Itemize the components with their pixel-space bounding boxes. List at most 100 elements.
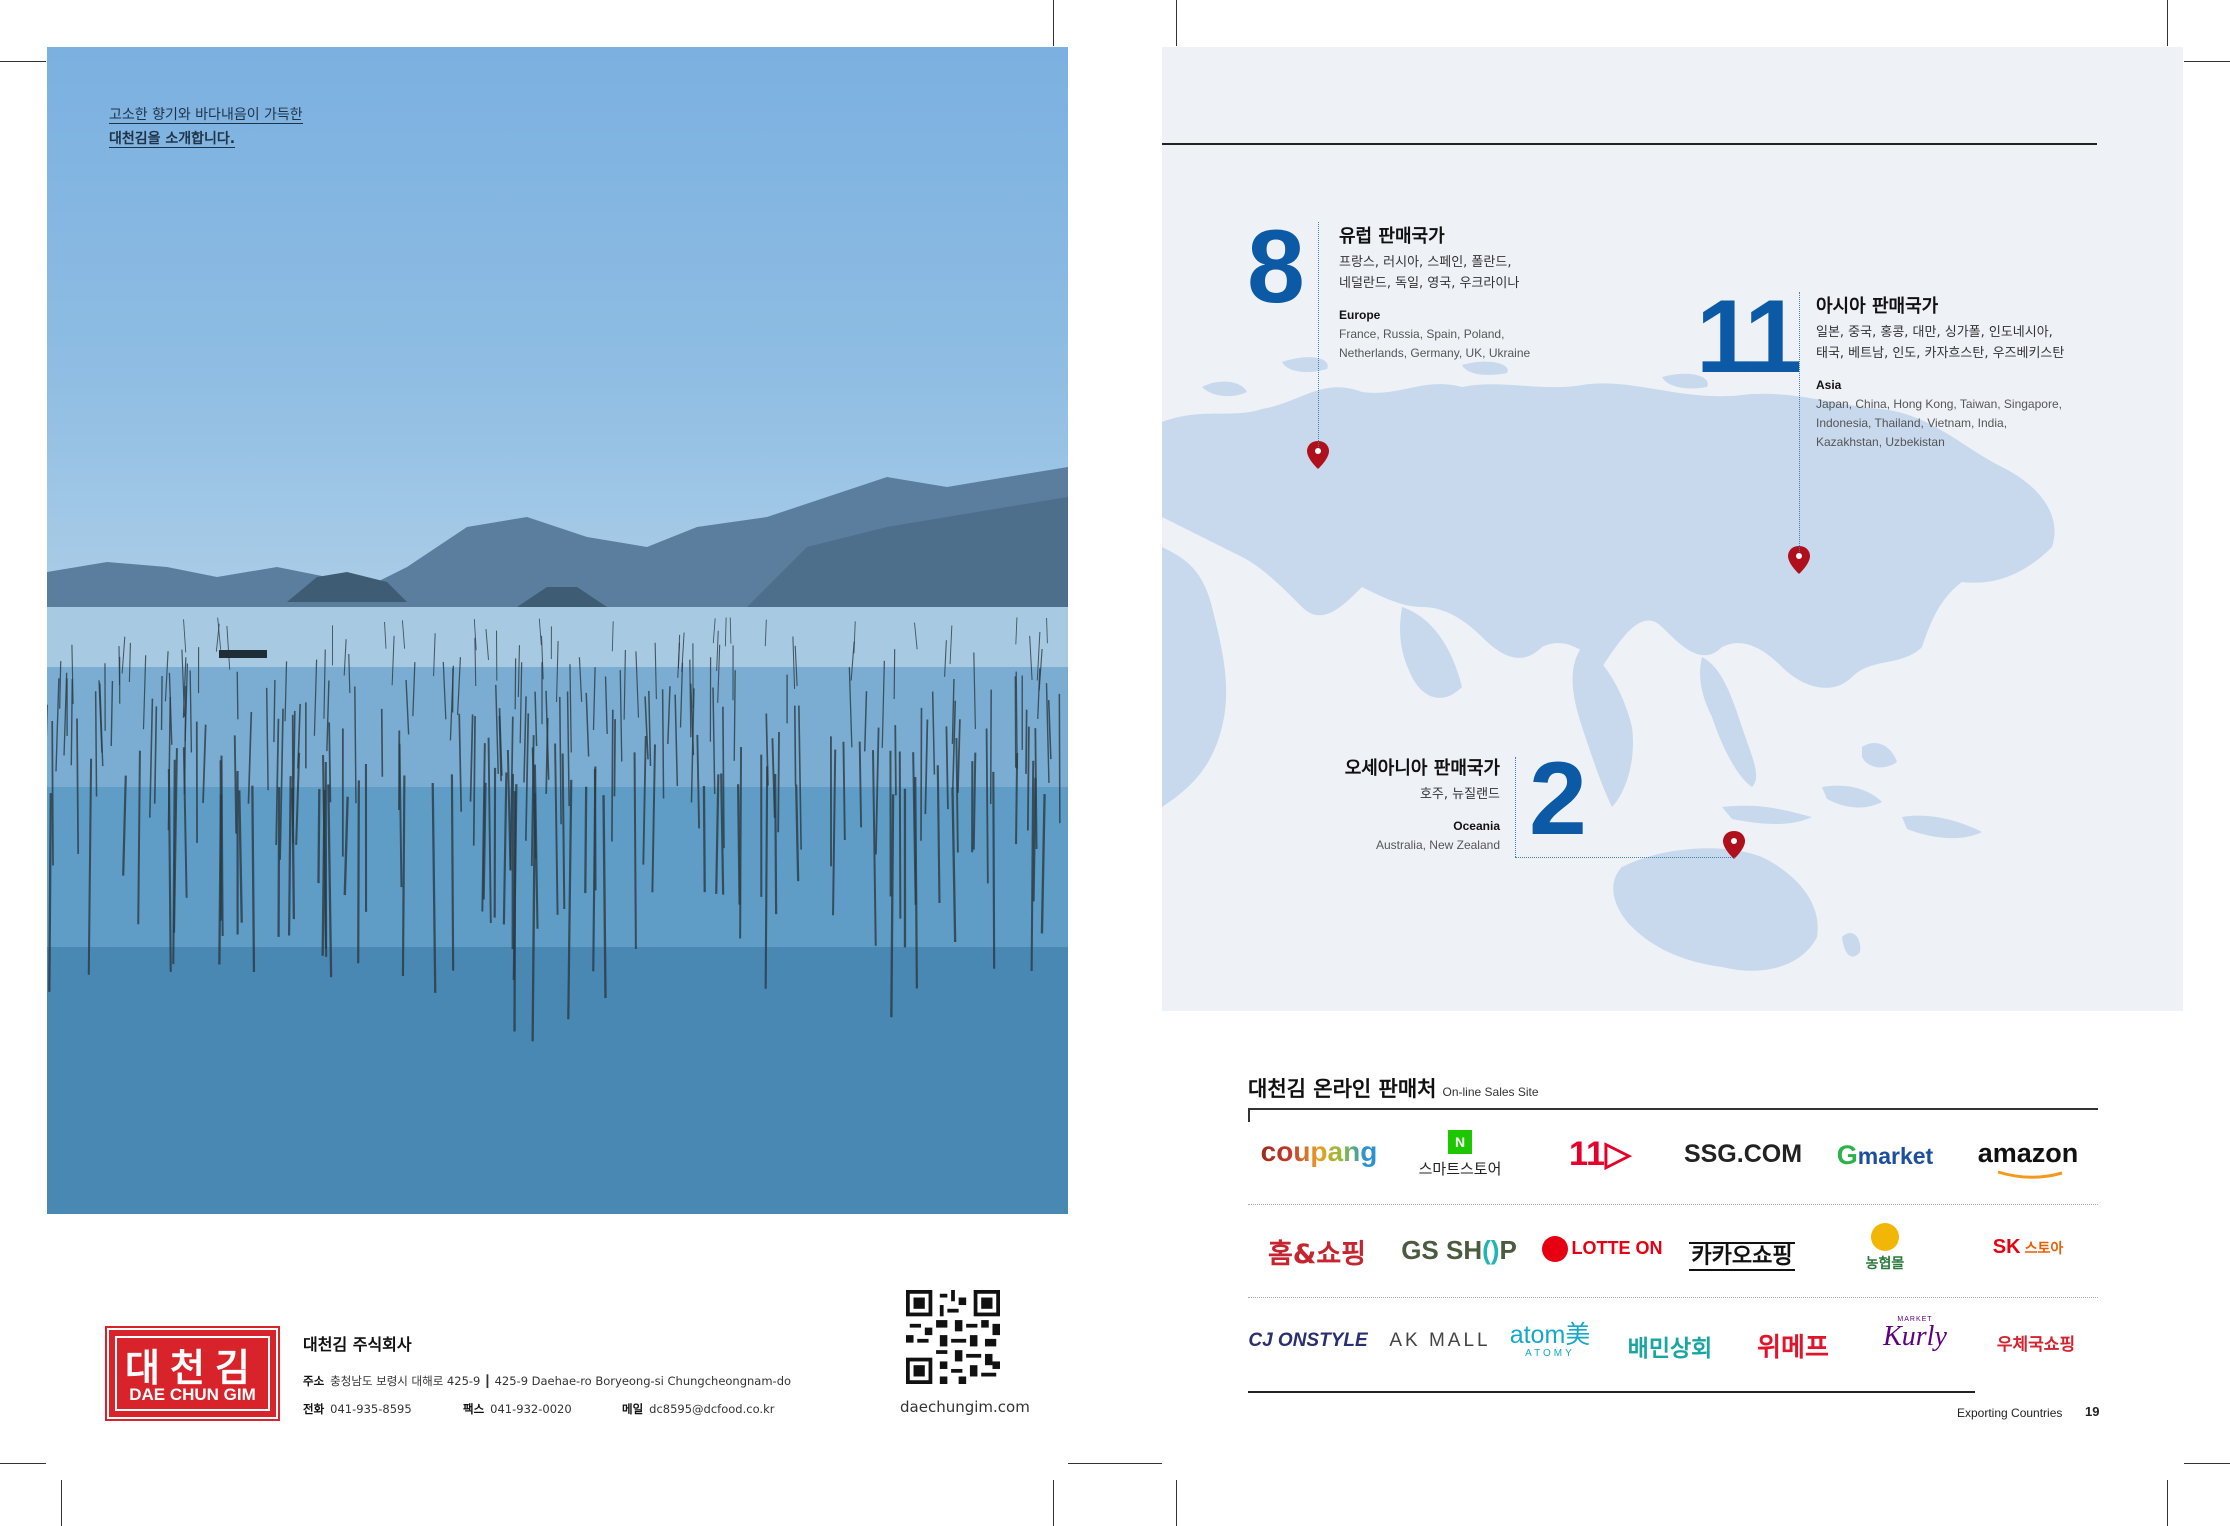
address-value: 충청남도 보령시 대해로 425-9 ┃ 425-9 Daehae-ro Bor… (330, 1374, 792, 1388)
sk-stoa-sk: SK (1992, 1236, 2021, 1258)
kakao-shopping-logo[interactable]: 카카오쇼핑 (1672, 1238, 1812, 1271)
qr-code-icon[interactable] (906, 1290, 1000, 1384)
sales-rule-tick (1248, 1108, 1250, 1122)
atomy-text: atom美 (1509, 1321, 1591, 1349)
naver-n-icon: N (1448, 1130, 1472, 1154)
asia-list-en-line: Kazakhstan, Uzbekistan (1816, 435, 1945, 449)
coupang-text: coupang (1260, 1136, 1378, 1167)
fax-label: 팩스 (463, 1402, 485, 1416)
fax: 팩스 041-932-0020 (463, 1401, 572, 1417)
asia-list-en: Japan, China, Hong Kong, Taiwan, Singapo… (1816, 395, 2064, 452)
atomy-logo[interactable]: atom美 ATOMY (1480, 1322, 1620, 1359)
kurly-logo[interactable]: MARKET Kurly (1845, 1316, 1985, 1351)
intro-text: 고소한 향기와 바다내음이 가득한 대천김을 소개합니다. (109, 103, 303, 151)
europe-leader-line (1318, 222, 1319, 447)
intro-line-1: 고소한 향기와 바다내음이 가득한 (109, 107, 303, 124)
oceania-info: 오세아니아 판매국가 호주, 뉴질랜드 Oceania Australia, N… (1270, 754, 1500, 855)
oceania-leader-line (1515, 757, 1516, 857)
europe-list-ko: 프랑스, 러시아, 스페인, 폴란드, 네덜란드, 독일, 영국, 우크라이나 (1339, 252, 1530, 294)
kurly-text: Kurly (1883, 1321, 1947, 1352)
amazon-text: amazon (1977, 1138, 2079, 1168)
phone-label: 전화 (303, 1402, 325, 1416)
row-separator (1248, 1204, 2098, 1205)
kakao-shopping-text: 카카오쇼핑 (1689, 1242, 1795, 1271)
mail-value[interactable]: dc8595@dcfood.co.kr (649, 1402, 774, 1416)
11st-logo[interactable]: 11▷ (1530, 1134, 1670, 1174)
smartstore-logo[interactable]: N 스마트스토어 (1390, 1130, 1530, 1179)
oceania-leader-line-h (1515, 857, 1735, 858)
ssg-logo[interactable]: SSG.COM (1673, 1140, 1813, 1169)
company-address: 주소 충청남도 보령시 대해로 425-9 ┃ 425-9 Daehae-ro B… (303, 1373, 791, 1389)
asia-title-ko: 아시아 판매국가 (1816, 296, 1939, 317)
intro-line-2: 대천김을 소개합니다. (109, 131, 236, 148)
europe-count: 8 (1247, 209, 1305, 325)
smartstore-label: 스마트스토어 (1418, 1160, 1502, 1178)
asia-list-ko-line: 태국, 베트남, 인도, 카자흐스탄, 우즈베키스탄 (1816, 346, 2065, 361)
sales-title: 대천김 온라인 판매처 On-line Sales Site (1248, 1073, 1539, 1103)
11st-arrow-icon: ▷ (1604, 1135, 1632, 1173)
oceania-list-ko: 호주, 뉴질랜드 (1419, 787, 1500, 802)
lotteon-text: LOTTE ON (1571, 1237, 1663, 1258)
sk-stoa-text: 스토아 (2024, 1240, 2064, 1256)
gmarket-logo[interactable]: Gmarket (1815, 1140, 1955, 1171)
oceania-count: 2 (1529, 741, 1587, 857)
sk-stoa-logo[interactable]: SK 스토아 (1958, 1236, 2098, 1259)
company-name: 대천김 주식회사 (303, 1335, 412, 1354)
oceania-title-en: Oceania (1453, 819, 1500, 833)
coupang-logo[interactable]: coupang (1249, 1136, 1389, 1168)
europe-list-en-line: Netherlands, Germany, UK, Ukraine (1339, 346, 1531, 360)
nonghyup-logo[interactable]: 농협몰 (1815, 1223, 1955, 1273)
asia-title-en: Asia (1816, 378, 1842, 392)
cj-onstyle-logo[interactable]: CJ ONSTYLE (1238, 1330, 1378, 1352)
seaweed-farm-photo: 고소한 향기와 바다내음이 가득한 대천김을 소개합니다. (47, 47, 1068, 1214)
email: 메일 dc8595@dcfood.co.kr (622, 1401, 774, 1417)
europe-title-ko: 유럽 판매국가 (1339, 226, 1445, 247)
nonghyup-icon (1871, 1223, 1899, 1251)
amazon-smile-icon (1997, 1170, 2063, 1179)
post-shopping-logo[interactable]: 우체국쇼핑 (1966, 1330, 2106, 1355)
europe-info: 유럽 판매국가 프랑스, 러시아, 스페인, 폴란드, 네덜란드, 독일, 영국… (1339, 222, 1530, 363)
fax-value: 041-932-0020 (490, 1402, 572, 1416)
logo-english: DAE CHUN GIM (129, 1385, 256, 1404)
europe-list-en-line: France, Russia, Spain, Poland, (1339, 327, 1505, 341)
oceania-title-ko: 오세아니아 판매국가 (1344, 758, 1500, 779)
wemakeprice-logo[interactable]: 위메프 (1723, 1327, 1863, 1364)
world-map (1162, 357, 2055, 971)
gsshop-text: GS SH (1401, 1235, 1483, 1265)
lotteon-logo[interactable]: LOTTE ON (1532, 1236, 1672, 1262)
address-label: 주소 (303, 1374, 325, 1388)
page-number: 19 (2085, 1404, 2100, 1419)
company-logo: 대천김 DAE CHUN GIM (105, 1326, 280, 1421)
atomy-subtext: ATOMY (1525, 1348, 1575, 1359)
phone: 전화 041-935-8595 (303, 1401, 412, 1417)
website-link[interactable]: daechungim.com (900, 1398, 1030, 1416)
phone-value: 041-935-8595 (330, 1402, 412, 1416)
asia-list-en-line: Indonesia, Thailand, Vietnam, India, (1816, 416, 2008, 430)
asia-list-ko-line: 일본, 중국, 홍콩, 대만, 싱가폴, 인도네시아, (1816, 325, 2053, 340)
gmarket-g: G (1836, 1140, 1858, 1170)
homeshopping-logo[interactable]: 홈&쇼핑 (1247, 1232, 1387, 1271)
asia-list-en-line: Japan, China, Hong Kong, Taiwan, Singapo… (1816, 397, 2062, 411)
europe-title-en: Europe (1339, 308, 1381, 322)
baemin-logo[interactable]: 배민상회 (1600, 1329, 1740, 1363)
lotteon-icon (1541, 1236, 1568, 1262)
asia-leader-line (1799, 292, 1800, 552)
nonghyup-label: 농협몰 (1865, 1256, 1905, 1272)
asia-list-ko: 일본, 중국, 홍콩, 대만, 싱가폴, 인도네시아, 태국, 베트남, 인도,… (1816, 322, 2064, 364)
europe-list-ko-line: 프랑스, 러시아, 스페인, 폴란드, (1339, 255, 1512, 270)
logo-korean: 대천김 (125, 1346, 260, 1390)
export-map-panel: 8 유럽 판매국가 프랑스, 러시아, 스페인, 폴란드, 네덜란드, 독일, … (1162, 47, 2183, 1011)
landscape-illustration (47, 467, 1068, 1214)
sales-subtitle: On-line Sales Site (1442, 1085, 1539, 1099)
asia-info: 아시아 판매국가 일본, 중국, 홍콩, 대만, 싱가폴, 인도네시아, 태국,… (1816, 292, 2064, 452)
11st-text: 11 (1568, 1135, 1605, 1173)
sales-rule (1248, 1108, 2098, 1110)
sales-title-text: 대천김 온라인 판매처 (1248, 1077, 1437, 1101)
mail-label: 메일 (622, 1402, 644, 1416)
europe-list-ko-line: 네덜란드, 독일, 영국, 우크라이나 (1339, 276, 1520, 291)
amazon-logo[interactable]: amazon (1958, 1138, 2098, 1179)
gsshop-logo[interactable]: GS SH()P (1389, 1235, 1529, 1266)
europe-list-en: France, Russia, Spain, Poland, Netherlan… (1339, 325, 1530, 363)
gsshop-o-icon: () (1482, 1235, 1500, 1265)
asia-count: 11 (1696, 279, 1802, 395)
